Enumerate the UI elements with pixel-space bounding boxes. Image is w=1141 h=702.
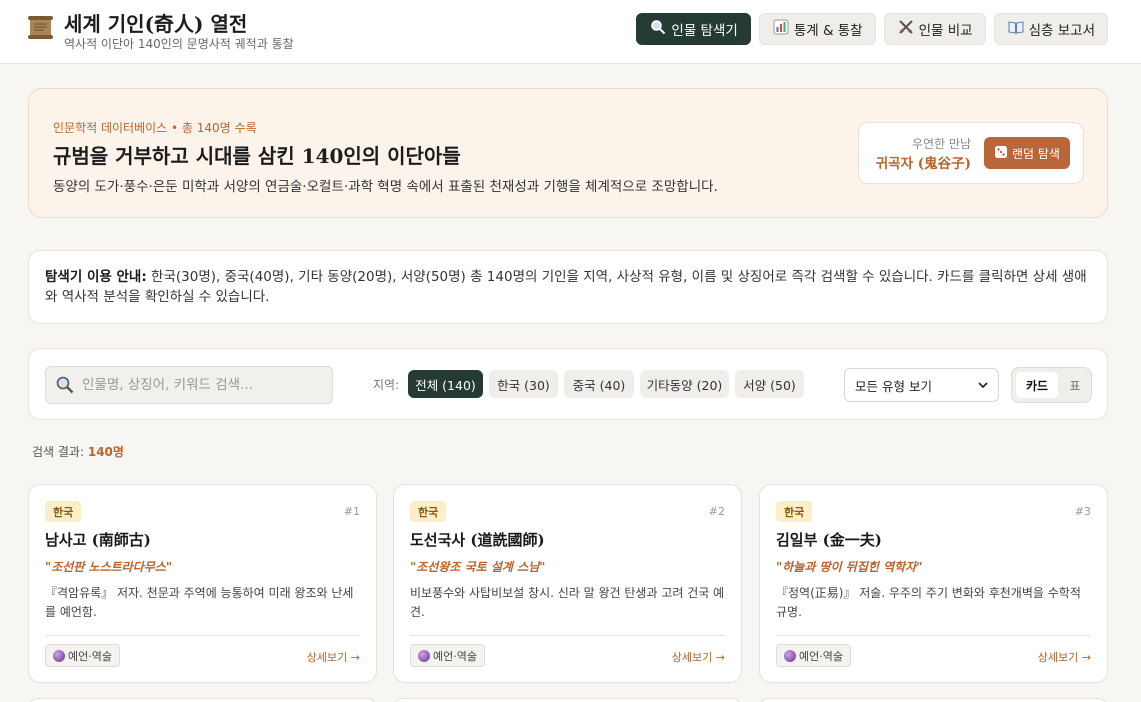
search-icon — [55, 375, 75, 395]
crossed-swords-icon — [897, 19, 915, 39]
random-encounter-box: 우연한 만남 귀곡자 (鬼谷子) 랜덤 탐색 — [858, 122, 1084, 184]
guide-text: 한국(30명), 중국(40명), 기타 동양(20명), 서양(50명) 총 … — [45, 269, 1087, 305]
region-filter-label: 지역: — [373, 378, 400, 392]
card-number: #2 — [708, 505, 725, 518]
view-card-button[interactable]: 카드 — [1016, 372, 1058, 398]
search-input[interactable] — [82, 367, 322, 403]
type-tag-label: 예언·역술 — [799, 649, 843, 663]
person-card-partial[interactable] — [28, 698, 377, 702]
type-tag-label: 예언·역술 — [433, 649, 477, 663]
person-card-partial[interactable] — [759, 698, 1108, 702]
region-pill-china[interactable]: 중국 (40) — [564, 370, 634, 398]
app-subtitle: 역사적 이단아 140인의 문명사적 궤적과 통찰 — [64, 37, 294, 51]
scroll-logo-icon — [28, 16, 53, 39]
app-title: 세계 기인(奇人) 열전 — [64, 12, 248, 36]
person-epithet: "조선왕조 국토 설계 스님" — [410, 560, 546, 574]
person-description: 『정역(正易)』 저술. 우주의 주기 변화와 후천개벽을 수학적 규명. — [776, 586, 1081, 619]
nav-report-label: 심층 보고서 — [1028, 23, 1095, 39]
type-select[interactable]: 모든 유형 보기 — [844, 368, 999, 402]
person-epithet: "조선판 노스트라다무스" — [45, 560, 173, 574]
random-encounter-name[interactable]: 귀곡자 (鬼谷子) — [876, 152, 971, 172]
person-card[interactable]: 한국 #3 김일부 (金一夫) "하늘과 땅이 뒤집힌 역학자" 『정역(正易)… — [759, 484, 1108, 683]
region-badge: 한국 — [776, 501, 813, 522]
view-toggle: 카드 표 — [1011, 367, 1092, 403]
card-number: #3 — [1074, 505, 1091, 518]
detail-link[interactable]: 상세보기 → — [1038, 649, 1091, 665]
hero-title: 규범을 거부하고 시대를 삼킨 140인의 이단아들 — [53, 144, 461, 168]
magnifier-icon — [649, 19, 667, 39]
nav-compare-button[interactable]: 인물 비교 — [883, 13, 986, 45]
nav-compare-label: 인물 비교 — [918, 23, 973, 39]
card-number: #1 — [343, 505, 360, 518]
person-card[interactable]: 한국 #2 도선국사 (道詵國師) "조선왕조 국토 설계 스님" 비보풍수와 … — [393, 484, 742, 683]
card-divider — [45, 635, 360, 636]
person-description: 비보풍수와 사탑비보설 창시. 신라 말 왕건 탄생과 고려 건국 예견. — [410, 586, 725, 619]
guide-lead: 탐색기 이용 안내: — [45, 269, 147, 285]
person-name: 남사고 (南師古) — [45, 531, 151, 549]
region-pill-west[interactable]: 서양 (50) — [735, 370, 804, 398]
type-select-value: 모든 유형 보기 — [855, 378, 932, 394]
hero-kicker: 인문학적 데이터베이스 • 총 140명 수록 — [53, 121, 257, 135]
type-tag: 예언·역술 — [45, 644, 120, 667]
nav-stats-label: 통계 & 통찰 — [793, 23, 863, 39]
usage-guide: 탐색기 이용 안내: 한국(30명), 중국(40명), 기타 동양(20명),… — [28, 250, 1108, 324]
main-nav: 인물 탐색기 통계 & 통찰 인물 비교 심층 보고서 — [636, 13, 1108, 45]
results-label: 검색 결과: — [32, 445, 85, 459]
person-name: 김일부 (金一夫) — [776, 531, 882, 549]
region-badge: 한국 — [45, 501, 82, 522]
person-epithet: "하늘과 땅이 뒤집힌 역학자" — [776, 560, 923, 574]
open-book-icon — [1007, 19, 1025, 39]
chevron-down-icon — [978, 378, 988, 393]
results-value: 140명 — [87, 445, 124, 459]
region-pill-other-east[interactable]: 기타동양 (20) — [640, 370, 729, 398]
view-table-button[interactable]: 표 — [1060, 372, 1090, 398]
region-pill-all[interactable]: 전체 (140) — [408, 370, 483, 398]
person-card[interactable]: 한국 #1 남사고 (南師古) "조선판 노스트라다무스" 『격암유록』 저자.… — [28, 484, 377, 683]
top-header: 세계 기인(奇人) 열전 역사적 이단아 140인의 문명사적 궤적과 통찰 인… — [0, 0, 1141, 64]
detail-link[interactable]: 상세보기 → — [307, 649, 360, 665]
type-tag: 예언·역술 — [776, 644, 851, 667]
search-box — [45, 366, 333, 404]
filter-bar: 지역: 전체 (140) 한국 (30) 중국 (40) 기타동양 (20) 서… — [28, 348, 1108, 420]
region-badge: 한국 — [410, 501, 447, 522]
dice-icon — [994, 145, 1008, 162]
nav-explorer-label: 인물 탐색기 — [671, 23, 738, 39]
detail-link[interactable]: 상세보기 → — [672, 649, 725, 665]
random-explore-button[interactable]: 랜덤 탐색 — [984, 137, 1070, 169]
card-divider — [776, 635, 1091, 636]
nav-stats-button[interactable]: 통계 & 통찰 — [758, 13, 876, 45]
person-name: 도선국사 (道詵國師) — [410, 531, 545, 549]
person-description: 『격암유록』 저자. 천문과 주역에 능통하여 미래 왕조와 난세를 예언함. — [45, 586, 354, 619]
type-tag-label: 예언·역술 — [68, 649, 112, 663]
nav-report-button[interactable]: 심층 보고서 — [993, 13, 1108, 45]
region-pill-korea[interactable]: 한국 (30) — [489, 370, 558, 398]
random-encounter-label: 우연한 만남 — [911, 137, 971, 151]
random-explore-label: 랜덤 탐색 — [1012, 146, 1060, 161]
bar-chart-icon — [772, 19, 790, 39]
crystal-ball-icon — [53, 649, 65, 662]
card-divider — [410, 635, 725, 636]
hero-banner: 인문학적 데이터베이스 • 총 140명 수록 규범을 거부하고 시대를 삼킨 … — [28, 88, 1108, 218]
person-card-partial[interactable] — [393, 698, 742, 702]
nav-explorer-button[interactable]: 인물 탐색기 — [636, 13, 751, 45]
hero-description: 동양의 도가·풍수·은둔 미학과 서양의 연금술·오컬트·과학 혁명 속에서 표… — [53, 179, 718, 195]
crystal-ball-icon — [784, 649, 796, 662]
results-count: 검색 결과: 140명 — [32, 443, 124, 460]
crystal-ball-icon — [418, 649, 430, 662]
type-tag: 예언·역술 — [410, 644, 485, 667]
